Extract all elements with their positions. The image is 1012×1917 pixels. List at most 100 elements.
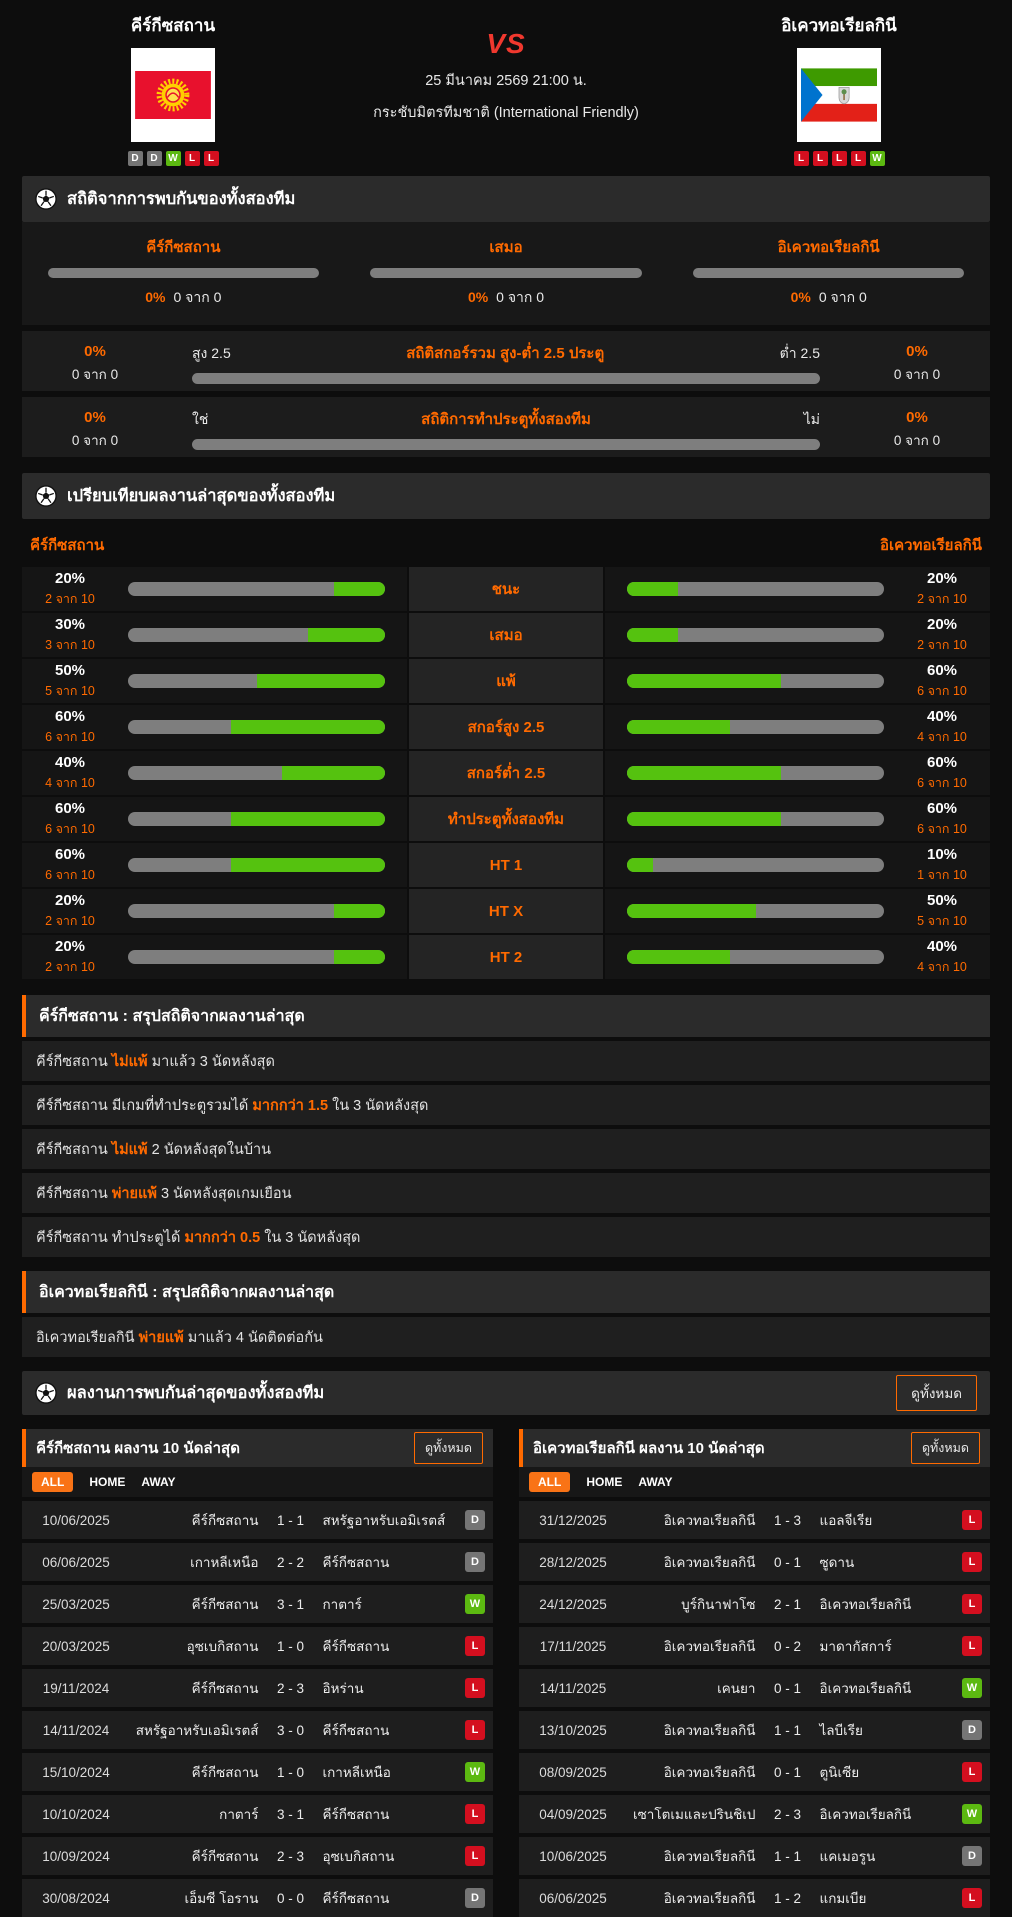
filter-tabs: ALL HOME AWAY [519,1467,990,1497]
match-row[interactable]: 30/08/2024 เอ็มซี โอราน 0 - 0 คีร์กีซสถาน D [22,1879,493,1917]
section-title: ผลงานการพบกันล่าสุดของทั้งสองทีม [67,1384,325,1402]
result-badge-cell: W [465,1762,485,1782]
match-score: 1 - 0 [276,1638,304,1654]
percentage-block: 60% 6 จาก 10 [910,754,974,793]
match-date: 31/12/2025 [539,1512,607,1528]
match-row[interactable]: 10/10/2024 กาตาร์ 3 - 1 คีร์กีซสถาน L [22,1795,493,1833]
label-over: สูง 2.5 [192,345,231,361]
result-badge-cell: D [465,1510,485,1530]
result-badge-cell: L [962,1762,982,1782]
tab-away[interactable]: AWAY [141,1475,175,1489]
sample-count: 5 จาก 10 [45,683,95,698]
stat-bar [128,674,385,688]
home-stat-cell: 60% 6 จาก 10 [22,705,407,749]
percentage-value: 30% [54,615,86,633]
away-team: ไลบีเรีย [819,1723,863,1738]
match-date: 15/10/2024 [42,1764,110,1780]
stat-bar-fill [230,720,385,734]
comparison-row: 60% 6 จาก 10 HT 1 10% 1 จาก 10 [22,843,990,887]
away-team: มาดากัสการ์ [819,1639,892,1654]
percentage-value: 60% [54,845,86,863]
away-stat-cell: 60% 6 จาก 10 [605,751,990,795]
tab-home[interactable]: HOME [586,1475,622,1489]
match-row[interactable]: 17/11/2025 อิเควทอเรียลกินี 0 - 2 มาดากัสกา… [519,1627,990,1665]
away-team: คีร์กีซสถาน [322,1555,390,1570]
percentage-value: 60% [926,799,958,817]
match-row[interactable]: 20/03/2025 อุซเบกิสถาน 1 - 0 คีร์กีซสถาน L [22,1627,493,1665]
stat-bar [128,766,385,780]
percentage-value: 50% [926,891,958,909]
match-date: 06/06/2025 [539,1890,607,1906]
match-row[interactable]: 10/06/2025 อิเควทอเรียลกินี 1 - 1 แคเมอรูน D [519,1837,990,1875]
stat-bar [192,439,820,450]
btts-stat-card: 0% 0 จาก 0 ใช่ สถิติการทำประตูทั้งสองทีม… [22,397,990,457]
home-stat-cell: 60% 6 จาก 10 [22,797,407,841]
match-row[interactable]: 14/11/2024 สหรัฐอาหรับเอมิเรตส์ 3 - 0 คีร์ก… [22,1711,493,1749]
match-row[interactable]: 06/06/2025 อิเควทอเรียลกินี 1 - 2 แกมเบีย L [519,1879,990,1917]
away-stat-cell: 60% 6 จาก 10 [605,797,990,841]
percentage-value: 20% [54,569,86,587]
form-badge-w: W [869,151,885,166]
match-date: 10/10/2024 [42,1806,110,1822]
soccer-ball-icon [35,188,57,210]
result-badge: L [962,1552,982,1572]
h2h-count: 0 จาก 0 [818,289,867,305]
stat-bar-fill [333,904,385,918]
summary-text: คีร์กีซสถาน [36,1185,112,1202]
match-date: 10/09/2024 [42,1848,110,1864]
tab-away[interactable]: AWAY [638,1475,672,1489]
match-row[interactable]: 10/06/2025 คีร์กีซสถาน 1 - 1 สหรัฐอาหรับเอม… [22,1501,493,1539]
match-row[interactable]: 28/12/2025 อิเควทอเรียลกินี 0 - 1 ซูดาน L [519,1543,990,1581]
match-score: 0 - 1 [773,1764,801,1780]
home-team: คีร์กีซสถาน [191,1597,259,1612]
section-title: เปรียบเทียบผลงานล่าสุดของทั้งสองทีม [67,487,336,505]
match-row[interactable]: 24/12/2025 บูร์กินาฟาโซ 2 - 1 อิเควทอเรียลก… [519,1585,990,1623]
match-row[interactable]: 14/11/2025 เคนยา 0 - 1 อิเควทอเรียลกินี W [519,1669,990,1707]
match-row[interactable]: 13/10/2025 อิเควทอเรียลกินี 1 - 1 ไลบีเรีย D [519,1711,990,1749]
match-row[interactable]: 10/09/2024 คีร์กีซสถาน 2 - 3 อุซเบกิสถาน L [22,1837,493,1875]
summary-text: คีร์กีซสถาน [36,1053,112,1070]
label-yes: ใช่ [192,411,209,427]
left-count: 0 จาก 0 [71,367,119,382]
home-stat-cell: 50% 5 จาก 10 [22,659,407,703]
tab-all[interactable]: ALL [32,1472,74,1492]
sample-count: 2 จาก 10 [45,913,95,928]
away-recent-panel: อิเควทอเรียลกินี ผลงาน 10 นัดล่าสุด ดูทั… [519,1429,990,1917]
match-competition: กระชับมิตรทีมชาติ (International Friendl… [373,105,639,121]
match-row[interactable]: 25/03/2025 คีร์กีซสถาน 3 - 1 กาตาร์ W [22,1585,493,1623]
match-date: 25/03/2025 [42,1596,110,1612]
home-team: อุซเบกิสถาน [186,1639,259,1654]
match-score: 2 - 3 [773,1806,801,1822]
away-team: อิเควทอเรียลกินี [819,1681,912,1696]
home-recent-panel: คีร์กีซสถาน ผลงาน 10 นัดล่าสุด ดูทั้งหมด… [22,1429,493,1917]
match-date: 13/10/2025 [539,1722,607,1738]
recent-form-panels: คีร์กีซสถาน ผลงาน 10 นัดล่าสุด ดูทั้งหมด… [22,1429,990,1917]
summary-text: คีร์กีซสถาน ทำประตูได้ [36,1229,185,1246]
comparison-row: 40% 4 จาก 10 สกอร์ต่ำ 2.5 60% 6 จาก 10 [22,751,990,795]
stat-bar [128,628,385,642]
match-date: 14/11/2024 [42,1722,110,1738]
stat-bar-fill [627,950,730,964]
right-count: 0 จาก 0 [893,433,941,448]
match-list: 31/12/2025 อิเควทอเรียลกินี 1 - 3 แอลจีเรีย… [519,1501,990,1917]
h2h-columns: คีร์กีซสถาน 0% 0 จาก 0 เสมอ 0% 0 จาก 0 อ… [22,222,990,325]
stat-title: สถิติสกอร์รวม สูง-ต่ำ 2.5 ประตู [406,345,605,362]
view-all-button[interactable]: ดูทั้งหมด [910,1432,980,1464]
panel-title: อิเควทอเรียลกินี ผลงาน 10 นัดล่าสุด [533,1440,765,1457]
match-row[interactable]: 04/09/2025 เซาโตเมและปรินชิเป 2 - 3 อิเควทอ… [519,1795,990,1833]
match-row[interactable]: 15/10/2024 คีร์กีซสถาน 1 - 0 เกาหลีเหนือ W [22,1753,493,1791]
view-all-button[interactable]: ดูทั้งหมด [896,1375,977,1411]
percentage-value: 60% [54,707,86,725]
match-row[interactable]: 06/06/2025 เกาหลีเหนือ 2 - 2 คีร์กีซสถาน D [22,1543,493,1581]
stat-bar [627,628,884,642]
sample-count: 2 จาก 10 [917,637,967,652]
tab-all[interactable]: ALL [529,1472,571,1492]
summary-highlight: พ่ายแพ้ [138,1329,184,1346]
tab-home[interactable]: HOME [89,1475,125,1489]
result-badge-cell: D [962,1720,982,1740]
match-row[interactable]: 31/12/2025 อิเควทอเรียลกินี 1 - 3 แอลจีเรีย… [519,1501,990,1539]
match-row[interactable]: 08/09/2025 อิเควทอเรียลกินี 0 - 1 ตูนิเซีย L [519,1753,990,1791]
view-all-button[interactable]: ดูทั้งหมด [413,1432,483,1464]
stat-bar-fill [627,858,653,872]
match-row[interactable]: 19/11/2024 คีร์กีซสถาน 2 - 3 อิหร่าน L [22,1669,493,1707]
